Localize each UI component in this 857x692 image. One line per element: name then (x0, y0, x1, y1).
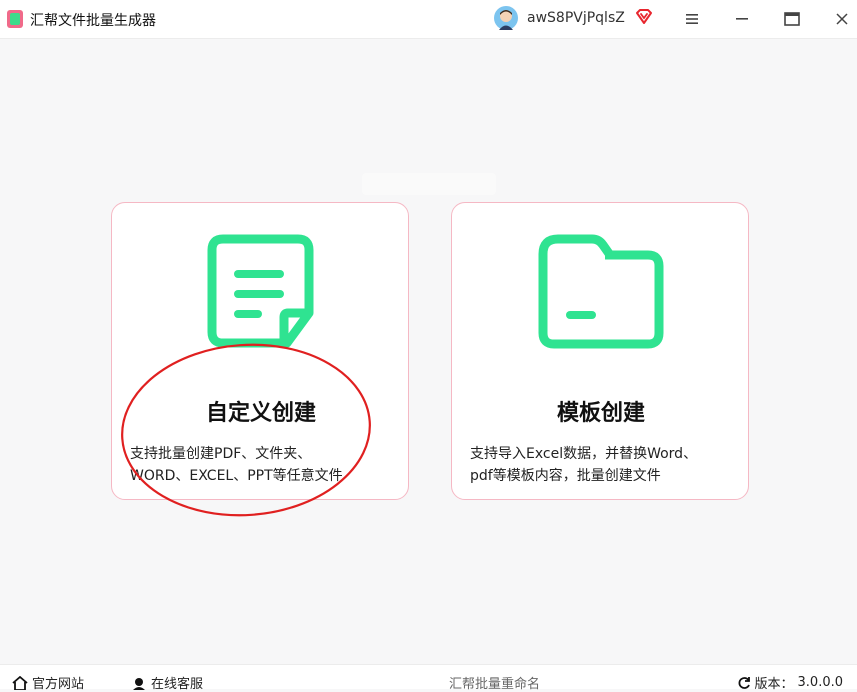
refresh-icon (738, 676, 750, 689)
card-description-line: 支持导入Excel数据，并替换Word、 (470, 446, 698, 462)
version-label: 版本： (754, 677, 794, 692)
online-support-label: 在线客服 (151, 677, 204, 692)
document-icon (207, 234, 314, 348)
folder-icon (538, 234, 664, 349)
app-logo-icon (7, 10, 23, 28)
username[interactable]: awS8PVjPqlsZ (527, 10, 625, 26)
maximize-button[interactable] (777, 4, 807, 34)
batch-rename-label: 汇帮批量重命名 (449, 677, 541, 692)
minimize-button[interactable] (727, 4, 757, 34)
menu-button[interactable] (677, 4, 707, 34)
online-support-link[interactable]: 在线客服 (131, 673, 203, 692)
app-title: 汇帮文件批量生成器 (30, 13, 156, 29)
menu-icon (686, 14, 698, 24)
card-title: 模板创建 (556, 401, 645, 426)
card-description: 支持导入Excel数据，并替换Word、 pdf等模板内容，批量创建文件 (470, 443, 740, 487)
version-info[interactable]: 版本： 3.0.0.0 (737, 673, 843, 692)
footer-bar: 官方网站 在线客服 汇帮批量重命名 版本： 3.0.0.0 (0, 664, 857, 692)
minimize-icon (736, 18, 748, 20)
annotation-ellipse (121, 343, 371, 517)
title-bar: 汇帮文件批量生成器 awS8PVjPqlsZ (0, 0, 857, 39)
batch-rename-link[interactable]: 汇帮批量重命名 (449, 673, 540, 692)
card-description-line: pdf等模板内容，批量创建文件 (470, 468, 661, 484)
home-icon (12, 675, 28, 690)
official-website-label: 官方网站 (32, 677, 85, 692)
watermark (362, 173, 496, 195)
headset-icon (133, 677, 145, 690)
close-button[interactable] (827, 4, 857, 34)
official-website-link[interactable]: 官方网站 (12, 673, 84, 692)
avatar-icon[interactable] (494, 6, 518, 30)
maximize-icon (784, 12, 800, 26)
close-icon (836, 13, 848, 25)
template-create-card[interactable]: 模板创建 支持导入Excel数据，并替换Word、 pdf等模板内容，批量创建文… (451, 202, 749, 500)
vip-diamond-icon[interactable] (635, 8, 653, 26)
